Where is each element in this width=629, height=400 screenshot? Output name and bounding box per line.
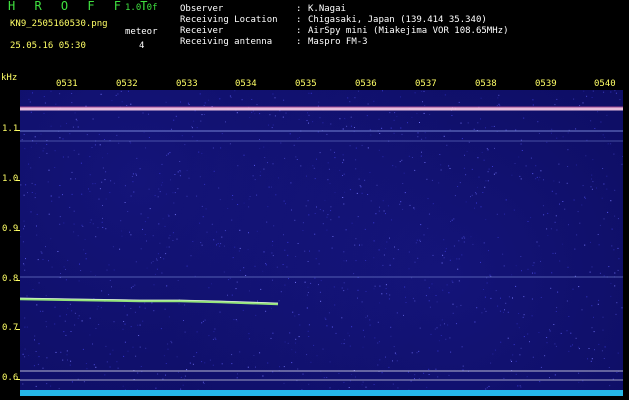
spectrogram-svg (20, 90, 623, 396)
y-tick-label: 1.0 (2, 174, 19, 184)
meta-value: AirSpy mini (Miakejima VOR 108.65MHz) (308, 26, 509, 36)
x-tick-label: 0531 (56, 79, 78, 89)
mode-label: meteor (125, 27, 158, 37)
meta-row-antenna: Receiving antenna : Maspro FM-3 (180, 37, 508, 48)
app-version: 1.0.0f (125, 3, 158, 13)
meta-separator: : (296, 4, 302, 14)
meta-separator: : (296, 26, 302, 36)
file-name: KN9_2505160530.png (10, 19, 108, 29)
x-tick-label: 0539 (535, 79, 557, 89)
y-tick-label: 0.7 (2, 323, 19, 333)
mode-count: 4 (139, 41, 145, 51)
y-tick-label: 1.1 (2, 124, 19, 134)
meta-separator: : (296, 15, 302, 25)
meta-row-receiver: Receiver : AirSpy mini (Miakejima VOR 10… (180, 26, 508, 37)
x-tick-label: 0536 (355, 79, 377, 89)
observation-metadata: Observer : K.Nagai Receiving Location : … (180, 4, 508, 48)
noise-floor (20, 390, 623, 396)
meta-key: Observer (180, 4, 224, 14)
x-tick-label: 0537 (415, 79, 437, 89)
x-tick-label: 0534 (235, 79, 257, 89)
y-tick-label: 0.8 (2, 274, 19, 284)
x-tick-label: 0540 (594, 79, 616, 89)
x-tick-label: 0532 (116, 79, 138, 89)
spectrogram-panel (20, 90, 623, 396)
x-tick-label: 0533 (176, 79, 198, 89)
x-tick-label: 0535 (295, 79, 317, 89)
noise-speckle (20, 90, 623, 391)
meta-row-observer: Observer : K.Nagai (180, 4, 508, 15)
datetime: 25.05.16 05:30 (10, 41, 86, 51)
meta-separator: : (296, 37, 302, 47)
y-tick-label: 0.9 (2, 224, 19, 234)
y-axis-unit-label: kHz (1, 73, 18, 83)
meta-row-location: Receiving Location : Chigasaki, Japan (1… (180, 15, 508, 26)
x-tick-label: 0538 (475, 79, 497, 89)
meta-value: Maspro FM-3 (308, 37, 368, 47)
meta-key: Receiver (180, 26, 224, 36)
y-tick-label: 0.6 (2, 373, 19, 383)
meta-key: Receiving Location (180, 15, 278, 25)
meta-key: Receiving antenna (180, 37, 273, 47)
meta-value: Chigasaki, Japan (139.414 35.340) (308, 15, 487, 25)
meta-value: K.Nagai (308, 4, 346, 14)
